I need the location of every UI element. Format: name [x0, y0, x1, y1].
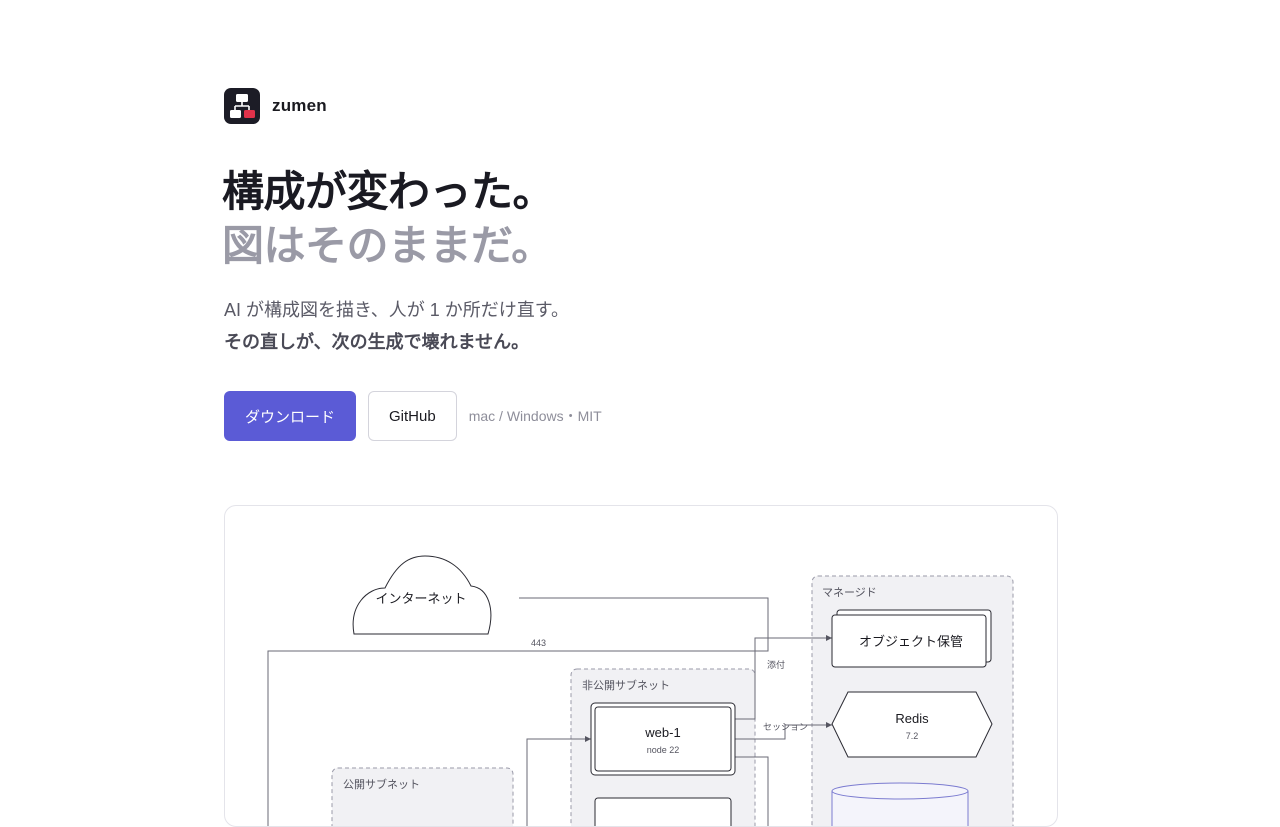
lead-line2: その直しが、次の生成で壊れません。	[224, 332, 530, 352]
platform-license-text: mac / Windows・MIT	[468, 408, 602, 424]
zumen-logo-icon	[224, 88, 260, 124]
edge-443-label: 443	[531, 638, 546, 648]
web1-sublabel: node 22	[647, 745, 680, 755]
hero-lead: AI が構成図を描き、人が 1 か所だけ直す。 その直しが、次の生成で壊れません…	[224, 294, 569, 358]
brand-name: zumen	[272, 96, 327, 115]
public-subnet-label: 公開サブネット	[343, 777, 420, 791]
web2-node[interactable]	[594, 797, 732, 826]
hero-title-line2: 図はそのままだ。	[222, 222, 553, 269]
redis-node[interactable]: Redis 7.2	[831, 691, 993, 758]
internet-node[interactable]: インターネット	[352, 555, 492, 635]
public-subnet-group[interactable]: 公開サブネット	[331, 767, 514, 826]
github-button[interactable]: GitHub	[368, 391, 457, 441]
lead-line1: AI が構成図を描き、人が 1 か所だけ直す。	[224, 300, 569, 320]
edge-session-label: セッション	[763, 722, 808, 732]
cta-row: ダウンロード GitHub mac / Windows・MIT	[224, 391, 602, 441]
object-storage-node[interactable]: オブジェクト保管	[831, 609, 992, 668]
private-subnet-label: 非公開サブネット	[582, 678, 670, 692]
redis-label: Redis	[895, 711, 929, 726]
hero-title-line1: 構成が変わった。	[222, 168, 555, 215]
web1-node[interactable]: web-1 node 22	[590, 702, 736, 776]
architecture-diagram: マネージド 非公開サブネット 公開サブネット 443 添付 セッション インター…	[267, 555, 1014, 826]
download-button[interactable]: ダウンロード	[224, 391, 357, 441]
brand[interactable]: zumen	[224, 88, 327, 124]
diagram-card: マネージド 非公開サブネット 公開サブネット 443 添付 セッション インター…	[224, 505, 1058, 827]
internet-label: インターネット	[375, 591, 466, 606]
edge-attach-label: 添付	[767, 660, 785, 670]
redis-version: 7.2	[906, 731, 919, 741]
database-node[interactable]	[831, 782, 969, 826]
object-storage-label: オブジェクト保管	[859, 634, 963, 649]
managed-group-label: マネージド	[822, 586, 877, 599]
web1-label: web-1	[644, 725, 680, 740]
